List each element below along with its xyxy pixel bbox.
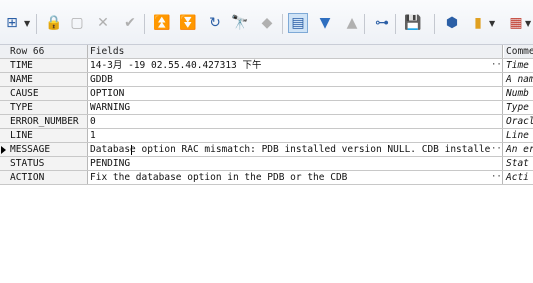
text-caret bbox=[131, 145, 132, 155]
field-value-cell[interactable]: 0 bbox=[88, 115, 491, 128]
row-indicator bbox=[0, 129, 8, 142]
field-value-cell[interactable]: WARNING bbox=[88, 101, 491, 114]
field-comment-cell: Time bbox=[506, 60, 529, 71]
table-row[interactable]: TYPE WARNING Type bbox=[0, 101, 533, 115]
row-indicator bbox=[0, 157, 8, 170]
toolbar-separator bbox=[364, 14, 365, 34]
row-indicator bbox=[0, 143, 8, 156]
row-indicator bbox=[0, 59, 8, 72]
save-icon[interactable]: 💾 bbox=[403, 13, 423, 33]
refresh-icon[interactable]: ↻ bbox=[205, 13, 225, 33]
table-row[interactable]: CAUSE OPTION Numb bbox=[0, 87, 533, 101]
value-ellipsis-button[interactable]: ··· bbox=[491, 171, 503, 184]
table-row[interactable]: STATUS PENDING Stat bbox=[0, 157, 533, 171]
field-name-cell: LINE bbox=[8, 129, 88, 142]
field-comment-cell: A nam bbox=[506, 74, 533, 85]
field-comment-cell: Type bbox=[506, 102, 529, 113]
toolbar-separator bbox=[144, 14, 145, 34]
toolbar-separator bbox=[434, 14, 435, 34]
table-row[interactable]: ERROR_NUMBER 0 Oracl bbox=[0, 115, 533, 129]
value-ellipsis-button[interactable] bbox=[491, 129, 503, 142]
field-value-cell[interactable]: PENDING bbox=[88, 157, 491, 170]
fields-header[interactable]: Fields bbox=[88, 45, 491, 58]
find-icon[interactable]: 🔭 bbox=[230, 13, 250, 33]
move-first-icon[interactable]: ⏫ bbox=[152, 13, 172, 33]
comments-header[interactable]: Comme bbox=[504, 45, 533, 58]
table-row[interactable]: NAME GDDB A nam bbox=[0, 73, 533, 87]
field-value-cell[interactable]: GDDB bbox=[88, 73, 491, 86]
row-indicator bbox=[0, 101, 8, 114]
value-ellipsis-button[interactable] bbox=[491, 73, 503, 86]
next-record-icon[interactable]: ▼ bbox=[315, 13, 335, 33]
toolbar-separator bbox=[395, 14, 396, 34]
field-comment-cell: Line bbox=[506, 130, 529, 141]
row-indicator bbox=[0, 115, 8, 128]
toolbar-separator bbox=[36, 14, 37, 34]
tree-view-icon[interactable]: ⊶ bbox=[372, 13, 392, 33]
value-ellipsis-button[interactable]: ··· bbox=[491, 143, 503, 156]
header-indicator bbox=[0, 45, 8, 58]
field-name-cell: CAUSE bbox=[8, 87, 88, 100]
field-value-cell[interactable]: 1 bbox=[88, 129, 491, 142]
field-name-cell: TYPE bbox=[8, 101, 88, 114]
lock-icon[interactable]: 🔒 bbox=[44, 13, 64, 33]
value-ellipsis-button[interactable] bbox=[491, 115, 503, 128]
chart-icon[interactable]: ▮ bbox=[468, 13, 488, 33]
field-value-cell[interactable]: 14-3月 -19 02.55.40.427313 下午 bbox=[88, 59, 491, 72]
field-comment-cell: Numb bbox=[506, 88, 529, 99]
field-name-cell: ACTION bbox=[8, 171, 88, 184]
table-row[interactable]: TIME14-3月 -19 02.55.40.427313 下午···Time bbox=[0, 59, 533, 73]
field-comment-cell: Oracl bbox=[506, 116, 533, 127]
table-row[interactable]: LINE 1 Line bbox=[0, 129, 533, 143]
row-indicator bbox=[0, 171, 8, 184]
header-ellipsis-spacer bbox=[491, 45, 503, 58]
row-indicator bbox=[0, 87, 8, 100]
field-value-cell[interactable]: Fix the database option in the PDB or th… bbox=[88, 171, 491, 184]
export-icon[interactable]: ⬢ bbox=[442, 13, 462, 33]
value-ellipsis-button[interactable] bbox=[491, 101, 503, 114]
field-comment-cell: An er bbox=[506, 144, 533, 155]
field-name-cell: TIME bbox=[8, 59, 88, 72]
current-row-arrow-icon bbox=[1, 146, 6, 154]
single-record-view-icon[interactable]: ▤ bbox=[288, 13, 308, 33]
field-name-cell: ERROR_NUMBER bbox=[8, 115, 88, 128]
delete-record-icon[interactable]: ✕ bbox=[93, 13, 113, 33]
grid-header: Row 66 Fields Comme bbox=[0, 45, 533, 59]
move-last-icon[interactable]: ⏬ bbox=[178, 13, 198, 33]
field-name-cell: STATUS bbox=[8, 157, 88, 170]
table-row[interactable]: ACTION Fix the database option in the PDB… bbox=[0, 171, 533, 185]
field-value-cell[interactable]: OPTION bbox=[88, 87, 491, 100]
post-edit-icon[interactable]: ✔ bbox=[120, 13, 140, 33]
value-ellipsis-button[interactable] bbox=[491, 87, 503, 100]
value-ellipsis-button[interactable] bbox=[491, 157, 503, 170]
toolbar-separator bbox=[282, 14, 283, 34]
table-options-dropdown-icon[interactable]: ▼ bbox=[525, 19, 531, 28]
grid-options-dropdown-icon[interactable]: ▼ bbox=[24, 19, 30, 28]
grid-options-icon[interactable]: ⊞ bbox=[2, 13, 22, 33]
previous-record-icon[interactable]: ▲ bbox=[342, 13, 362, 33]
toolbar: ⊞ 🔒 ▢ ✕ ✔ ⏫ ⏬ ↻ 🔭 ◆ ▤ ▼ ▲ ⊶ 💾 ⬢ ▮ ▦ ▼ ▼ ▼ bbox=[0, 0, 533, 45]
field-name-cell: MESSAGE bbox=[8, 143, 88, 156]
chart-dropdown-icon[interactable]: ▼ bbox=[489, 19, 495, 28]
insert-record-icon[interactable]: ▢ bbox=[67, 13, 87, 33]
row-indicator bbox=[0, 73, 8, 86]
field-name-cell: NAME bbox=[8, 73, 88, 86]
clear-icon[interactable]: ◆ bbox=[257, 13, 277, 33]
value-ellipsis-button[interactable]: ··· bbox=[491, 59, 503, 72]
table-options-icon[interactable]: ▦ bbox=[506, 13, 526, 33]
field-comment-cell: Stat bbox=[506, 158, 529, 169]
field-comment-cell: Acti bbox=[506, 172, 529, 183]
table-row[interactable]: MESSAGE Database option RAC mismatch: PDB… bbox=[0, 143, 533, 157]
row-number-header[interactable]: Row 66 bbox=[8, 45, 88, 58]
field-value-cell[interactable]: Database option RAC mismatch: PDB instal… bbox=[88, 143, 491, 156]
